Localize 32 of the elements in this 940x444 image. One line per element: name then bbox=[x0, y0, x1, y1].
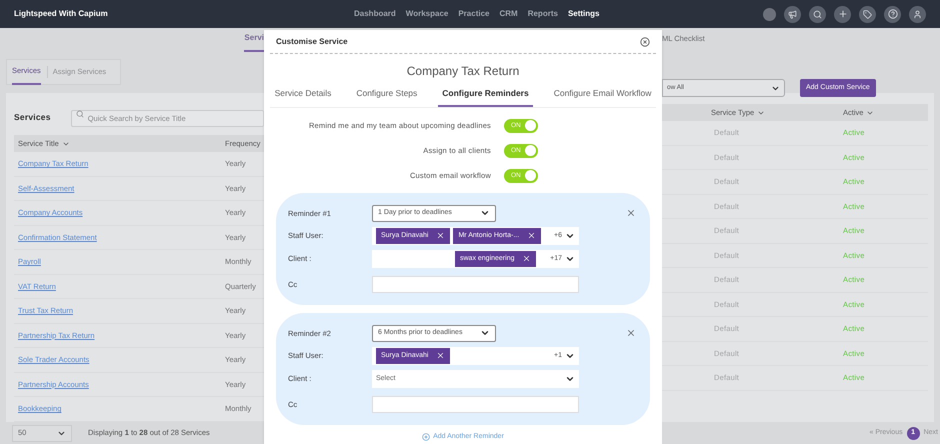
remove-icon[interactable] bbox=[436, 231, 446, 240]
modal-tab[interactable]: Service Details bbox=[270, 85, 336, 107]
panel-heading: Services bbox=[14, 110, 51, 124]
cc-field[interactable] bbox=[372, 396, 579, 413]
nav-link[interactable]: Practice bbox=[458, 8, 490, 20]
avatar-icon[interactable] bbox=[763, 8, 776, 20]
nav-link[interactable]: Workspace bbox=[406, 8, 448, 20]
brand-name: Lightspeed With Capium bbox=[14, 8, 109, 20]
search-icon bbox=[76, 110, 84, 118]
search-icon[interactable] bbox=[809, 6, 826, 22]
modal-title: Customise Service bbox=[276, 36, 348, 48]
remove-icon[interactable] bbox=[527, 231, 536, 240]
user-icon[interactable] bbox=[909, 6, 926, 22]
help-icon[interactable] bbox=[884, 6, 901, 22]
service-title: Company Tax Return bbox=[406, 63, 520, 80]
tag-icon[interactable] bbox=[859, 6, 876, 22]
nav-link[interactable]: CRM bbox=[499, 8, 518, 20]
remove-icon[interactable] bbox=[522, 254, 532, 264]
remove-icon[interactable] bbox=[436, 351, 446, 360]
nav-link[interactable]: Reports bbox=[528, 8, 558, 20]
modal-tab[interactable]: Configure Steps bbox=[352, 85, 422, 107]
modal-tab[interactable]: Configure Reminders bbox=[438, 85, 533, 107]
plus-icon[interactable] bbox=[834, 6, 851, 22]
close-icon[interactable] bbox=[626, 208, 636, 218]
nav-link[interactable]: Dashboard bbox=[354, 8, 396, 20]
megaphone-icon[interactable] bbox=[784, 6, 801, 22]
nav-link[interactable]: Settings bbox=[568, 8, 600, 20]
modal-tab[interactable]: Configure Email Workflow bbox=[550, 85, 656, 107]
cc-field[interactable] bbox=[372, 276, 579, 293]
close-icon[interactable] bbox=[626, 328, 636, 338]
close-icon[interactable] bbox=[640, 36, 650, 46]
plus-circle-icon bbox=[422, 433, 430, 441]
